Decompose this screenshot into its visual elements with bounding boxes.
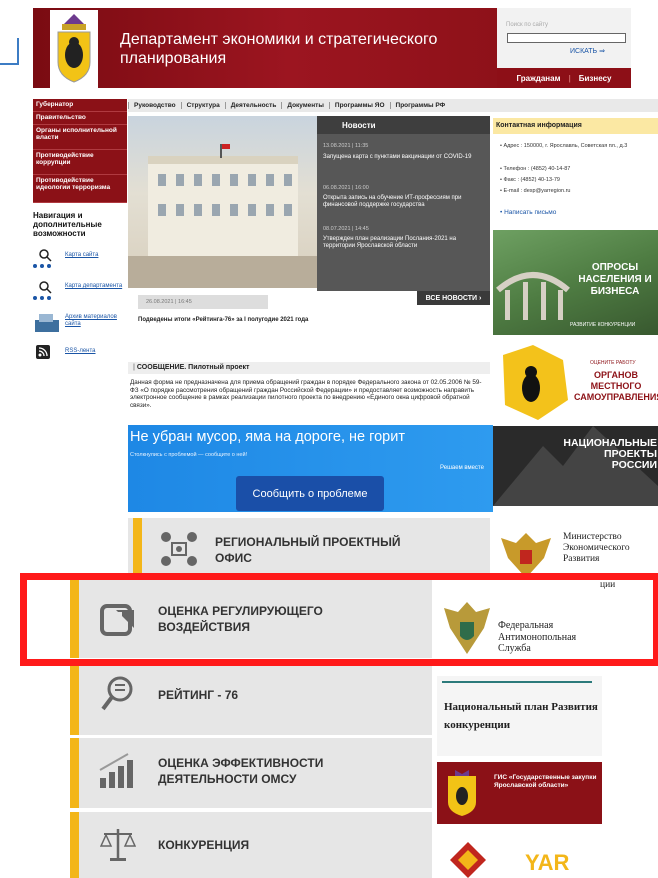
- tile-accent-bar: [70, 738, 79, 808]
- archive-link[interactable]: Архив материалов сайта: [65, 314, 127, 328]
- tile-omsu-efficiency-label: ОЦЕНКА ЭФФЕКТИВНОСТИ ДЕЯТЕЛЬНОСТИ ОМСУ: [158, 756, 324, 786]
- tile-accent-bar: [133, 518, 142, 578]
- yar-logo-text: YAR: [525, 850, 570, 875]
- surveys-banner-subtitle: РАЗВИТИЕ КОНКУРЕНЦИИ: [570, 322, 636, 328]
- government-building-photo[interactable]: [128, 116, 317, 288]
- menu-government[interactable]: Правительство: [33, 112, 127, 125]
- nav-programs-yo[interactable]: Программы ЯО: [328, 102, 390, 109]
- gis-procurement-text: ГИС «Государственные закупки Ярославской…: [494, 774, 597, 789]
- nav-programs-rf[interactable]: Программы РФ: [389, 102, 451, 109]
- report-problem-button[interactable]: Сообщить о проблеме: [236, 476, 384, 511]
- contact-fax: • Факс : (4852) 40-13-79: [500, 177, 560, 183]
- department-map-icon: [33, 281, 52, 300]
- news-heading: Новости: [317, 116, 490, 134]
- tile-accent-bar: [70, 660, 79, 735]
- tile-competition-label: КОНКУРЕНЦИЯ: [158, 838, 250, 852]
- search-placeholder: Поиск по сайту: [506, 22, 549, 28]
- archive-icon: [35, 314, 59, 332]
- all-news-button[interactable]: ВСЕ НОВОСТИ ›: [417, 291, 490, 305]
- magnifier-icon: [101, 676, 133, 711]
- news-item-2[interactable]: Открыта запись на обучение ИТ-профессиям…: [323, 195, 483, 209]
- national-projects-banner-title: НАЦИОНАЛЬНЫЕ ПРОЕКТЫ РОССИИ: [563, 437, 657, 471]
- nav-structure[interactable]: Структура: [180, 102, 225, 109]
- contact-address: • Адрес : 150000, г. Ярославль, Советска…: [500, 143, 628, 149]
- nav-leadership[interactable]: Руководство: [128, 102, 181, 109]
- top-navigation: Руководство Структура Деятельность Докум…: [128, 99, 658, 112]
- nav-block-title: Навигация и дополнительные возможности: [33, 211, 102, 238]
- message-text: Данная форма не предназначена для приема…: [130, 379, 482, 409]
- feature-news-card[interactable]: 26.08.2021 | 16:45 Подведены итоги «Рейт…: [128, 291, 317, 351]
- search-input[interactable]: [507, 33, 626, 43]
- feature-news-title: Подведены итоги «Рейтинга-76» за I полуг…: [138, 317, 309, 323]
- report-problem-title: Не убран мусор, яма на дороге, не горит: [130, 429, 405, 445]
- search-button[interactable]: ИСКАТЬ ⇒: [570, 47, 605, 55]
- highlight-frame: [20, 573, 658, 666]
- contact-email[interactable]: • E-mail : desp@yarregion.ru: [500, 188, 650, 195]
- competition-plan-rule: [442, 681, 592, 683]
- department-title: Департамент экономики и стратегического …: [120, 31, 438, 67]
- menu-anticorruption[interactable]: Противодействие коррупции: [33, 150, 127, 175]
- nav-activity[interactable]: Деятельность: [224, 102, 282, 109]
- ministry-logo-text[interactable]: Министерство Экономического Развития: [563, 532, 655, 565]
- write-letter-link[interactable]: • Написать письмо: [500, 209, 650, 217]
- tile-project-office-label: РЕГИОНАЛЬНЫЙ ПРОЕКТНЫЙ ОФИС: [215, 535, 401, 565]
- menu-antiterrorism[interactable]: Противодействие идеологии терроризма: [33, 175, 127, 203]
- coat-of-arms-logo[interactable]: [50, 10, 98, 88]
- growth-chart-icon: [99, 753, 133, 788]
- audience-citizens-link[interactable]: Гражданам: [517, 74, 561, 83]
- contact-phone: • Телефон : (4852) 40-14-87: [500, 166, 571, 172]
- competition-plan-text: Национальный план Развития конкуренции: [444, 701, 598, 731]
- news-date: 13.08.2021 | 11:35: [323, 143, 369, 149]
- news-date: 06.08.2021 | 16:00: [323, 185, 369, 191]
- local-government-banner-note: ОЦЕНИТЕ РАБОТУ: [590, 360, 636, 366]
- surveys-banner-title: ОПРОСЫ НАСЕЛЕНИЯ И БИЗНЕСА: [578, 262, 652, 297]
- feature-news-date: 26.08.2021 | 16:45: [138, 295, 268, 309]
- nav-documents[interactable]: Документы: [281, 102, 329, 109]
- report-problem-subtitle: Столкнулись с проблемой — сообщите о ней…: [130, 452, 248, 458]
- rss-icon: [36, 345, 50, 359]
- tile-rating-label: РЕЙТИНГ - 76: [158, 688, 239, 702]
- news-item-3[interactable]: Утвержден план реализации Послания-2021 …: [323, 236, 483, 250]
- rss-link[interactable]: RSS-лента: [65, 348, 96, 355]
- sitemap-icon: [33, 249, 52, 268]
- yar-logo-icon: [450, 842, 486, 878]
- gears-icon: [161, 532, 197, 566]
- message-heading: | СООБЩЕНИЕ. Пилотный проект: [128, 362, 490, 374]
- menu-governor[interactable]: Губернатор: [33, 99, 127, 112]
- decorative-line: [0, 38, 19, 65]
- news-item-1[interactable]: Запущена карта с пунктами вакцинации от …: [323, 154, 483, 161]
- coat-of-arms-icon: [448, 770, 476, 816]
- department-map-link[interactable]: Карта департамента: [65, 283, 125, 290]
- news-date: 08.07.2021 | 14:45: [323, 226, 369, 232]
- report-problem-note: Решаем вместе: [440, 465, 484, 471]
- menu-executive-bodies[interactable]: Органы исполнительной власти: [33, 125, 127, 150]
- tile-accent-bar: [70, 812, 79, 878]
- contacts-heading: Контактная информация: [493, 118, 658, 134]
- audience-bar: Гражданам | Бизнесу: [497, 68, 631, 88]
- sitemap-link[interactable]: Карта сайта: [65, 252, 98, 259]
- audience-business-link[interactable]: Бизнесу: [579, 74, 612, 83]
- scales-icon: [100, 829, 136, 861]
- local-government-banner-title: ОРГАНОВ МЕСТНОГО САМОУПРАВЛЕНИЯ: [574, 370, 658, 402]
